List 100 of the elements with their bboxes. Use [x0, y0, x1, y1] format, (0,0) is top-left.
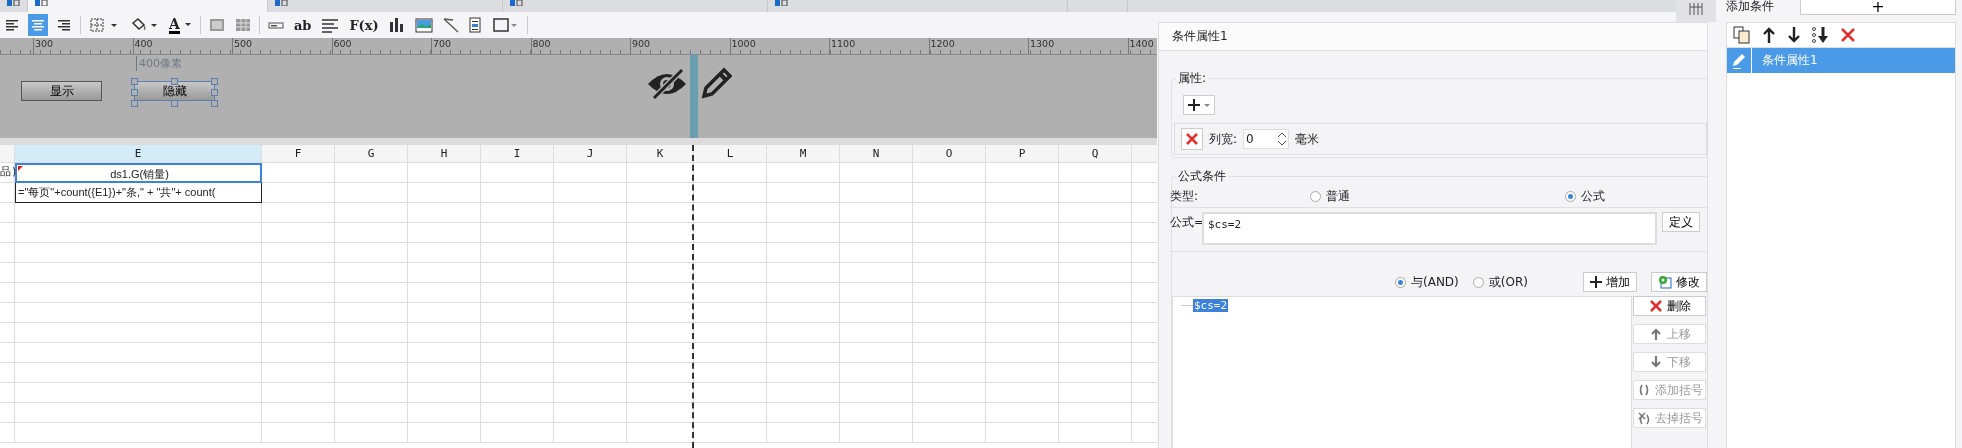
table-cell[interactable] — [840, 223, 913, 243]
table-cell[interactable] — [262, 423, 335, 443]
table-cell[interactable] — [913, 263, 986, 283]
table-cell[interactable] — [1059, 303, 1132, 323]
table-cell[interactable] — [694, 283, 767, 303]
radio-option[interactable]: 与(AND) — [1395, 273, 1459, 291]
table-cell[interactable] — [986, 423, 1059, 443]
table-cell[interactable] — [262, 383, 335, 403]
table-cell[interactable] — [335, 203, 408, 223]
divider-handle[interactable] — [690, 55, 698, 138]
table-cell[interactable] — [262, 203, 335, 223]
table-cell[interactable] — [840, 183, 913, 203]
table-cell[interactable] — [694, 343, 767, 363]
resize-handle[interactable] — [171, 100, 178, 107]
radio-button[interactable] — [1472, 276, 1484, 288]
table-cell[interactable] — [986, 163, 1059, 183]
table-cell[interactable] — [15, 223, 262, 243]
table-cell[interactable] — [15, 343, 262, 363]
table-cell[interactable] — [262, 283, 335, 303]
table-cell[interactable] — [986, 183, 1059, 203]
table-cell[interactable] — [1059, 423, 1132, 443]
table-cell[interactable] — [767, 283, 840, 303]
table-cell[interactable] — [481, 403, 554, 423]
table-cell[interactable] — [335, 323, 408, 343]
table-cell[interactable] — [262, 223, 335, 243]
table-cell[interactable] — [627, 223, 694, 243]
list-action-button[interactable]: 删除 — [1633, 296, 1707, 316]
table-cell[interactable] — [481, 223, 554, 243]
table-cell[interactable] — [913, 283, 986, 303]
table-cell[interactable] — [913, 203, 986, 223]
table-cell[interactable] — [408, 263, 481, 283]
table-cell[interactable] — [986, 363, 1059, 383]
table-cell[interactable] — [1059, 203, 1132, 223]
table-cell[interactable] — [408, 203, 481, 223]
table-cell[interactable] — [554, 303, 627, 323]
table-cell[interactable] — [767, 263, 840, 283]
document-icon[interactable] — [466, 14, 483, 36]
table-cell[interactable] — [554, 423, 627, 443]
table-cell[interactable] — [694, 303, 767, 323]
table-cell[interactable] — [481, 303, 554, 323]
column-header[interactable]: K — [627, 145, 694, 163]
table-cell[interactable] — [694, 423, 767, 443]
table-cell[interactable] — [767, 323, 840, 343]
table-cell[interactable] — [15, 283, 262, 303]
table-cell[interactable] — [335, 263, 408, 283]
table-cell[interactable] — [408, 423, 481, 443]
table-cell[interactable] — [767, 223, 840, 243]
table-cell[interactable] — [554, 363, 627, 383]
text-tool-button[interactable]: F(x) — [347, 14, 381, 36]
table-cell[interactable] — [913, 363, 986, 383]
table-cell[interactable] — [15, 263, 262, 283]
table-cell[interactable] — [986, 403, 1059, 423]
down-arrow-icon[interactable] — [1787, 26, 1801, 44]
table-cell[interactable] — [986, 343, 1059, 363]
up-arrow-icon[interactable] — [1762, 26, 1776, 44]
table-cell[interactable] — [554, 343, 627, 363]
canvas-button[interactable]: 显示 — [21, 81, 102, 101]
table-cell[interactable] — [262, 363, 335, 383]
table-cell[interactable] — [694, 243, 767, 263]
table-cell[interactable] — [913, 423, 986, 443]
table-cell[interactable] — [986, 383, 1059, 403]
table-cell[interactable] — [840, 283, 913, 303]
table-cell[interactable] — [1059, 323, 1132, 343]
table-cell[interactable] — [408, 243, 481, 263]
table-cell[interactable] — [335, 223, 408, 243]
column-header[interactable]: J — [554, 145, 627, 163]
table-cell[interactable] — [913, 163, 986, 183]
pencil-icon[interactable] — [700, 66, 732, 100]
table-cell[interactable] — [408, 343, 481, 363]
table-cell[interactable] — [481, 423, 554, 443]
table-cell[interactable] — [1059, 283, 1132, 303]
resize-handle[interactable] — [171, 78, 178, 85]
table-cell[interactable] — [767, 163, 840, 183]
table-cell[interactable] — [694, 323, 767, 343]
table-cell[interactable] — [481, 263, 554, 283]
table-cell[interactable] — [1059, 163, 1132, 183]
table-cell[interactable] — [694, 263, 767, 283]
table-cell[interactable] — [986, 303, 1059, 323]
table-cell[interactable] — [840, 263, 913, 283]
table-cell[interactable] — [627, 183, 694, 203]
table-cell[interactable] — [554, 223, 627, 243]
table-cell[interactable] — [840, 423, 913, 443]
column-header[interactable]: G — [335, 145, 408, 163]
grid-icon[interactable] — [1689, 2, 1703, 16]
table-cell[interactable] — [554, 383, 627, 403]
table-cell[interactable] — [554, 163, 627, 183]
column-header[interactable]: O — [913, 145, 986, 163]
define-button[interactable]: 定义 — [1662, 212, 1700, 232]
column-header[interactable]: F — [262, 145, 335, 163]
table-cell[interactable] — [15, 403, 262, 423]
table-cell[interactable] — [335, 243, 408, 263]
table-cell[interactable] — [767, 303, 840, 323]
column-header[interactable]: P — [986, 145, 1059, 163]
table-cell[interactable] — [15, 303, 262, 323]
table-cell[interactable] — [335, 163, 408, 183]
table-cell[interactable] — [554, 263, 627, 283]
table-cell[interactable] — [913, 383, 986, 403]
table-cell[interactable] — [554, 243, 627, 263]
table-cell[interactable] — [481, 343, 554, 363]
table-cell[interactable] — [1059, 383, 1132, 403]
